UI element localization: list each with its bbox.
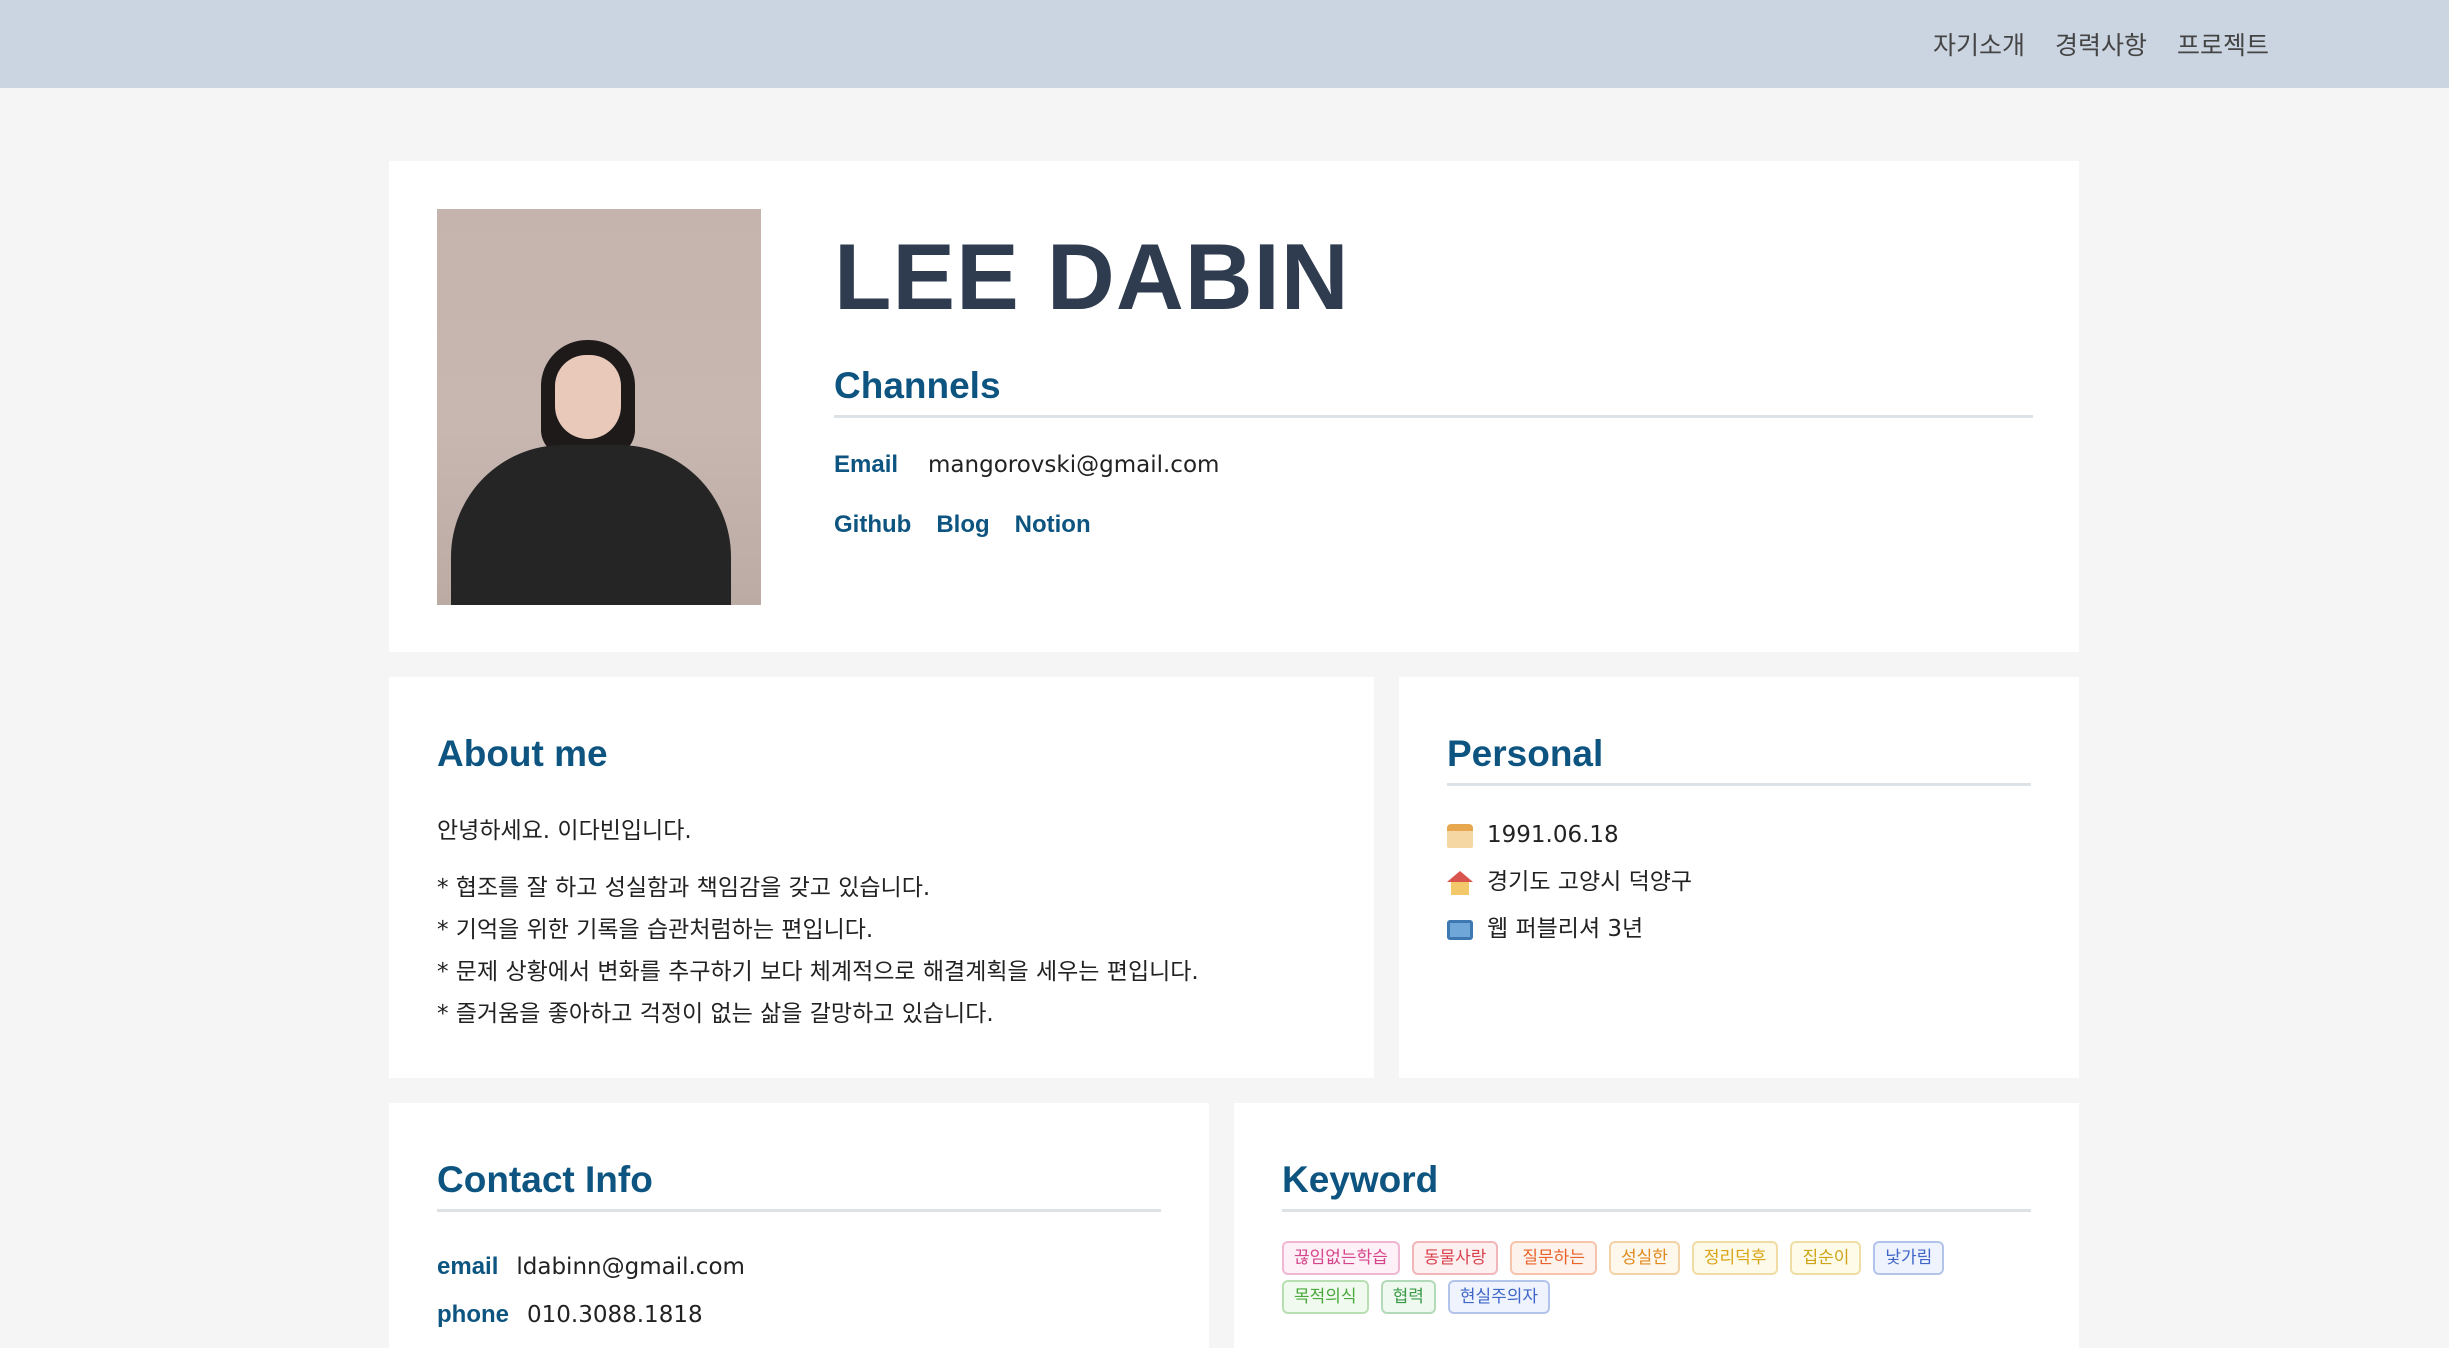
- location-text: 경기도 고양시 덕양구: [1487, 869, 1693, 895]
- about-item: * 기억을 위한 기록을 습관처럼하는 편입니다.: [437, 917, 874, 943]
- keyword-tag: 낯가림: [1873, 1241, 1945, 1275]
- personal-item-career: 웹 퍼블리셔 3년: [1447, 906, 1692, 953]
- contact-card: Contact Info email ldabinn@gmail.com pho…: [389, 1103, 1209, 1348]
- cake-icon: [1447, 823, 1473, 848]
- personal-item-birthday: 1991.06.18: [1447, 812, 1692, 859]
- personal-title: Personal: [1447, 733, 2031, 786]
- keyword-card: Keyword 끊임없는학습 동물사랑 질문하는 성실한 정리덕후 집순이 낯가림목적의식 협…: [1234, 1103, 2079, 1348]
- contact-email-row: email ldabinn@gmail.com: [437, 1253, 745, 1281]
- keyword-tag: 협력: [1380, 1280, 1436, 1314]
- channels-title: Channels: [834, 365, 2033, 418]
- about-card: About me 안녕하세요. 이다빈입니다. * 협조를 잘 하고 성실함과 …: [389, 677, 1374, 1078]
- keyword-tag: 목적의식: [1282, 1280, 1369, 1314]
- keyword-tag: 질문하는: [1510, 1241, 1597, 1275]
- keyword-tag: 끊임없는학습: [1282, 1241, 1400, 1275]
- about-item: * 즐거움을 좋아하고 걱정이 없는 삶을 갈망하고 있습니다.: [437, 1001, 994, 1027]
- personal-list: 1991.06.18 경기도 고양시 덕양구 웹 퍼블리셔 3년: [1447, 812, 1692, 953]
- profile-card: LEE DABIN Channels Email mangorovski@gma…: [389, 161, 2079, 652]
- nav-item-intro[interactable]: 자기소개: [1933, 26, 2025, 62]
- personal-item-location: 경기도 고양시 덕양구: [1447, 859, 1692, 906]
- channel-links: Github Blog Notion: [834, 511, 1091, 539]
- keyword-tag: 현실주의자: [1447, 1280, 1551, 1314]
- nav-item-projects[interactable]: 프로젝트: [2177, 26, 2269, 62]
- laptop-icon: [1447, 919, 1473, 940]
- channel-email-label: Email: [834, 451, 899, 478]
- blog-link[interactable]: Blog: [936, 511, 989, 539]
- contact-email-label: email: [437, 1253, 499, 1280]
- keyword-tag: 동물사랑: [1411, 1241, 1499, 1275]
- contact-email-value[interactable]: ldabinn@gmail.com: [516, 1254, 745, 1280]
- contact-title: Contact Info: [437, 1159, 1161, 1212]
- profile-photo: [437, 209, 761, 605]
- house-icon: [1447, 870, 1473, 895]
- top-navbar: 자기소개 경력사항 프로젝트: [0, 0, 2449, 88]
- about-list: * 협조를 잘 하고 성실함과 책임감을 갖고 있습니다. * 기억을 위한 기…: [437, 867, 1199, 1035]
- keyword-tags: 끊임없는학습 동물사랑 질문하는 성실한 정리덕후 집순이 낯가림목적의식 협력 현실주의자: [1282, 1241, 2031, 1314]
- birthday-text: 1991.06.18: [1487, 822, 1619, 848]
- about-item: * 협조를 잘 하고 성실함과 책임감을 갖고 있습니다.: [437, 875, 931, 901]
- about-item: * 문제 상황에서 변화를 추구하기 보다 체계적으로 해결계획을 세우는 편입…: [437, 959, 1199, 985]
- about-title: About me: [437, 733, 608, 774]
- career-text: 웹 퍼블리셔 3년: [1487, 916, 1644, 942]
- channel-email-row: Email mangorovski@gmail.com: [834, 451, 1219, 479]
- keyword-tag: 집순이: [1790, 1241, 1862, 1275]
- channel-email-value[interactable]: mangorovski@gmail.com: [928, 452, 1219, 478]
- keyword-tag: 정리덕후: [1691, 1241, 1779, 1275]
- personal-card: Personal 1991.06.18 경기도 고양시 덕양구 웹 퍼블리셔 3…: [1399, 677, 2079, 1078]
- keyword-tag: 성실한: [1608, 1241, 1680, 1275]
- about-greeting: 안녕하세요. 이다빈입니다.: [437, 818, 692, 844]
- contact-phone-label: phone: [437, 1301, 509, 1328]
- nav-item-career[interactable]: 경력사항: [2055, 26, 2147, 62]
- notion-link[interactable]: Notion: [1015, 511, 1091, 539]
- keyword-title: Keyword: [1282, 1159, 2031, 1212]
- contact-phone-value[interactable]: 010.3088.1818: [527, 1302, 703, 1328]
- github-link[interactable]: Github: [834, 511, 911, 539]
- contact-phone-row: phone 010.3088.1818: [437, 1301, 703, 1329]
- nav-menu: 자기소개 경력사항 프로젝트: [1933, 0, 2269, 88]
- profile-name: LEE DABIN: [834, 224, 1350, 329]
